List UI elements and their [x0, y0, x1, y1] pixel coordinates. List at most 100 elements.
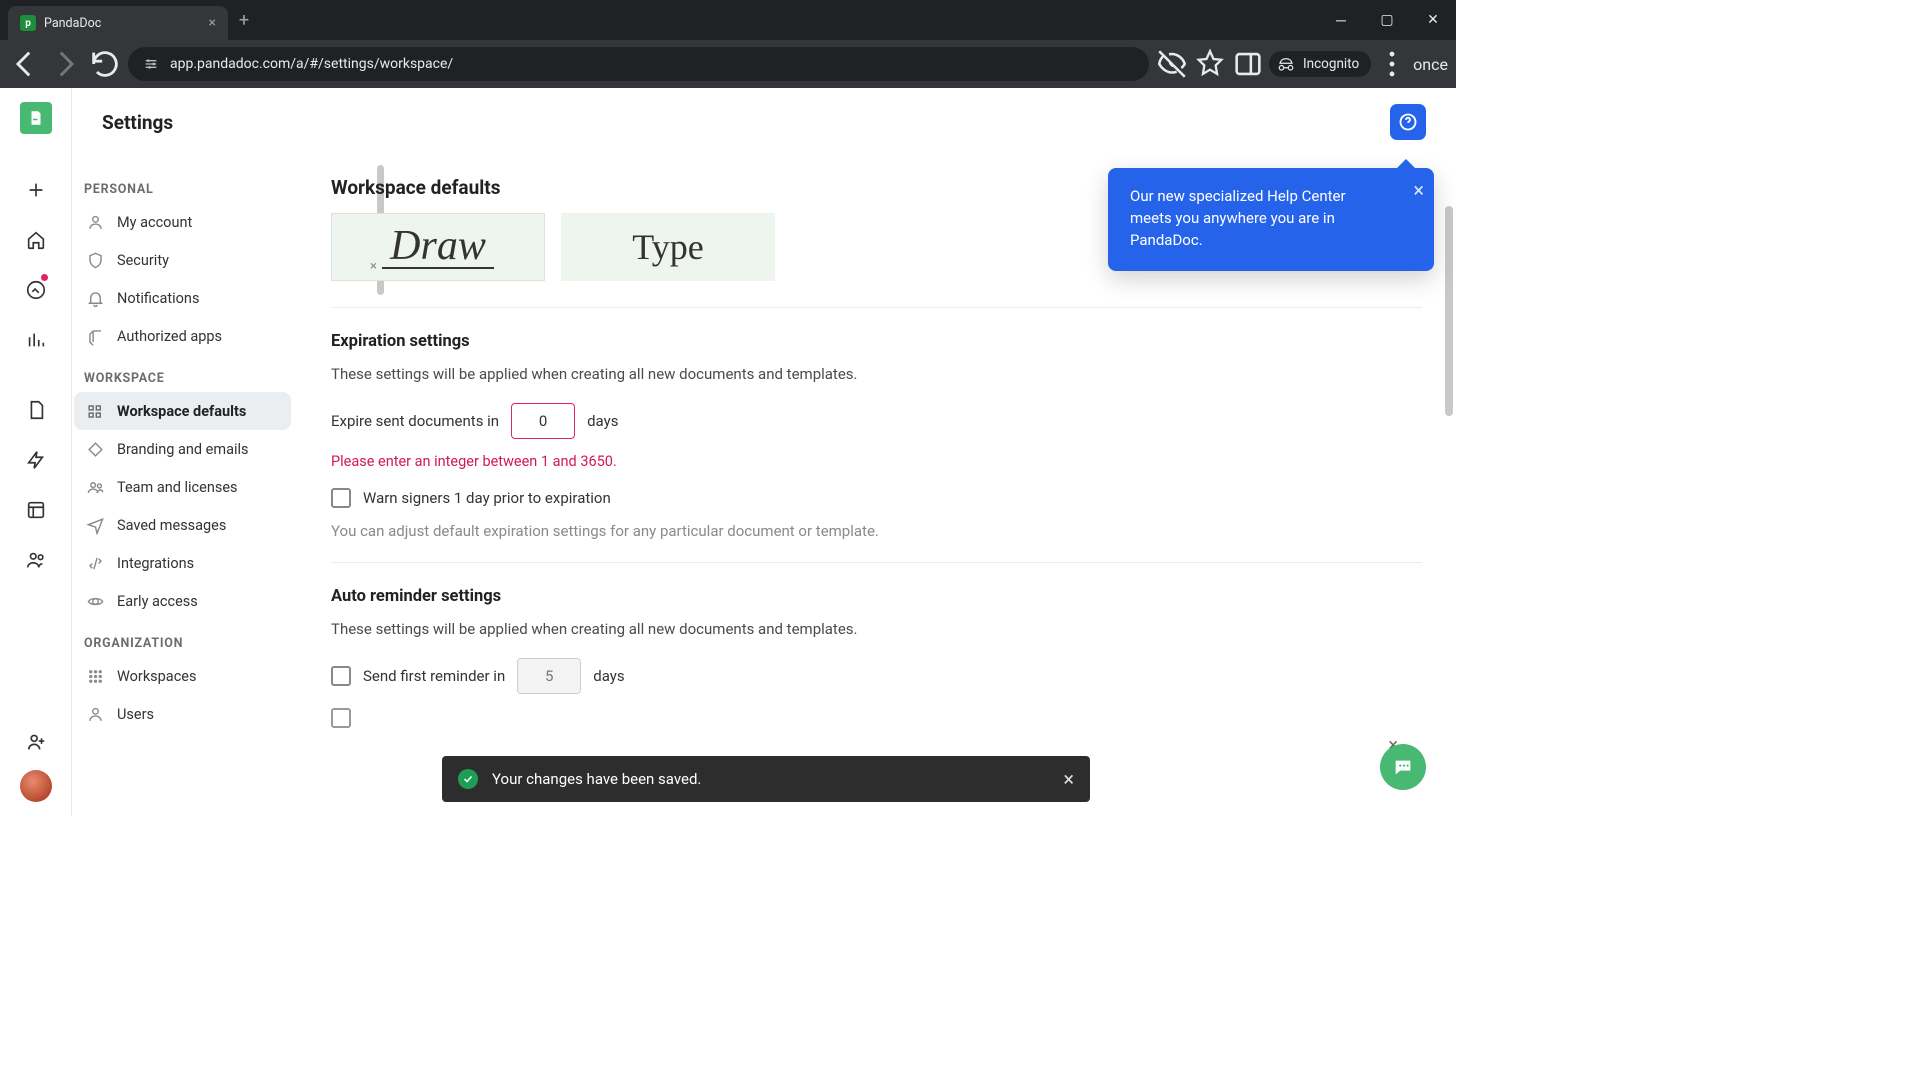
sidebar-item-branding[interactable]: Branding and emails — [74, 430, 291, 468]
browser-menu-icon[interactable] — [1375, 47, 1409, 81]
first-reminder-row[interactable]: Send first reminder in days — [331, 658, 1422, 694]
new-tab-button[interactable]: + — [230, 6, 258, 34]
sidebar-item-saved-messages[interactable]: Saved messages — [74, 506, 291, 544]
expire-field-row: Expire sent documents in days — [331, 403, 1422, 439]
settings-sidebar: PERSONAL My account Security Notificatio… — [72, 156, 297, 816]
expiration-hint: You can adjust default expiration settin… — [331, 522, 1422, 540]
site-controls-icon[interactable] — [142, 55, 160, 73]
first-reminder-suffix: days — [593, 667, 624, 685]
home-icon[interactable] — [14, 218, 58, 262]
signature-draw-option[interactable]: × Draw — [331, 213, 545, 281]
sidebar-item-label: Users — [117, 706, 154, 723]
browser-tab[interactable]: p PandaDoc × — [8, 6, 228, 40]
expire-days-input[interactable] — [511, 403, 575, 439]
topbar: Settings — [72, 88, 1456, 156]
user-avatar[interactable] — [20, 770, 52, 802]
address-bar-row: app.pandadoc.com/a/#/settings/workspace/… — [0, 40, 1456, 88]
browser-chrome: p PandaDoc × + ─ ▢ ✕ app.pandadoc.com/a/… — [0, 0, 1456, 88]
sidebar-item-my-account[interactable]: My account — [74, 203, 291, 241]
signature-draw-label: Draw — [390, 223, 486, 269]
signature-type-option[interactable]: Type — [561, 213, 775, 281]
activity-icon[interactable] — [14, 268, 58, 312]
help-button[interactable] — [1390, 104, 1426, 140]
repeat-reminder-checkbox[interactable] — [331, 708, 351, 728]
notification-dot — [41, 274, 48, 281]
popover-close-icon[interactable]: × — [1413, 176, 1424, 205]
sidebar-item-notifications[interactable]: Notifications — [74, 279, 291, 317]
help-popover: × Our new specialized Help Center meets … — [1108, 168, 1434, 271]
sidebar-item-label: Workspace defaults — [117, 403, 246, 420]
sidebar-item-authorized-apps[interactable]: Authorized apps — [74, 317, 291, 355]
warn-signers-row[interactable]: Warn signers 1 day prior to expiration — [331, 488, 1422, 508]
sidebar-item-workspaces[interactable]: Workspaces — [74, 657, 291, 695]
minimize-button[interactable]: ─ — [1318, 0, 1364, 40]
documents-icon[interactable] — [14, 388, 58, 432]
first-reminder-checkbox[interactable] — [331, 666, 351, 686]
back-button[interactable] — [8, 47, 42, 81]
page-title: Settings — [102, 111, 173, 134]
save-toast: Your changes have been saved. × — [442, 756, 1090, 802]
first-reminder-prefix: Send first reminder in — [363, 667, 505, 685]
toast-close-icon[interactable]: × — [1063, 767, 1074, 791]
tab-title: PandaDoc — [44, 16, 201, 31]
sidebar-item-label: Notifications — [117, 290, 199, 307]
invite-user-icon[interactable] — [14, 720, 58, 764]
maximize-button[interactable]: ▢ — [1364, 0, 1410, 40]
first-reminder-days-input[interactable] — [517, 658, 581, 694]
section-workspace-label: WORKSPACE — [72, 355, 297, 392]
tab-strip: p PandaDoc × + ─ ▢ ✕ — [0, 0, 1456, 40]
pandadoc-favicon: p — [20, 15, 36, 31]
reload-button[interactable] — [88, 47, 122, 81]
sidebar-item-integrations[interactable]: Integrations — [74, 544, 291, 582]
window-controls: ─ ▢ ✕ — [1318, 0, 1456, 40]
sidebar-item-label: Integrations — [117, 555, 194, 572]
content-column: Settings PERSONAL My account Security No… — [72, 88, 1456, 816]
warn-signers-label: Warn signers 1 day prior to expiration — [363, 489, 611, 507]
popover-text: Our new specialized Help Center meets yo… — [1130, 187, 1346, 249]
sidebar-item-label: Workspaces — [117, 668, 196, 685]
sidebar-item-team[interactable]: Team and licenses — [74, 468, 291, 506]
side-panel-icon[interactable] — [1231, 47, 1265, 81]
main-scrollbar[interactable] — [1445, 178, 1454, 478]
sidebar-item-label: Branding and emails — [117, 441, 249, 458]
expire-suffix: days — [587, 412, 618, 430]
close-tab-icon[interactable]: × — [209, 15, 216, 31]
repeat-reminder-row[interactable] — [331, 708, 1422, 728]
app-root: Settings PERSONAL My account Security No… — [0, 88, 1456, 816]
url-bar[interactable]: app.pandadoc.com/a/#/settings/workspace/ — [128, 47, 1149, 81]
bookmark-star-icon[interactable] — [1193, 47, 1227, 81]
incognito-indicator[interactable]: Incognito — [1269, 51, 1371, 77]
pandadoc-logo[interactable] — [20, 102, 52, 134]
templates-icon[interactable] — [14, 438, 58, 482]
expire-prefix: Expire sent documents in — [331, 412, 499, 430]
toast-text: Your changes have been saved. — [492, 770, 701, 788]
nav-rail — [0, 88, 72, 816]
sidebar-item-label: Saved messages — [117, 517, 226, 534]
sidebar-item-label: Early access — [117, 593, 198, 610]
new-doc-button[interactable] — [14, 168, 58, 212]
reminder-heading: Auto reminder settings — [331, 587, 1422, 606]
eye-off-icon[interactable] — [1155, 47, 1189, 81]
divider — [331, 562, 1422, 563]
url-text: app.pandadoc.com/a/#/settings/workspace/ — [170, 56, 453, 72]
close-window-button[interactable]: ✕ — [1410, 0, 1456, 40]
signature-type-label: Type — [632, 226, 703, 268]
forward-button[interactable] — [48, 47, 82, 81]
section-organization-label: ORGANIZATION — [72, 620, 297, 657]
sidebar-item-users[interactable]: Users — [74, 695, 291, 733]
reminder-desc: These settings will be applied when crea… — [331, 620, 1422, 638]
chat-fab[interactable] — [1380, 744, 1426, 790]
reports-icon[interactable] — [14, 318, 58, 362]
sidebar-item-workspace-defaults[interactable]: Workspace defaults — [74, 392, 291, 430]
catalog-icon[interactable] — [14, 488, 58, 532]
sidebar-item-security[interactable]: Security — [74, 241, 291, 279]
toolbar-right: Incognito once — [1155, 47, 1448, 81]
success-check-icon — [458, 769, 478, 789]
sidebar-item-label: Authorized apps — [117, 328, 222, 345]
sidebar-item-early-access[interactable]: Early access — [74, 582, 291, 620]
expire-error-text: Please enter an integer between 1 and 36… — [331, 453, 1422, 470]
warn-signers-checkbox[interactable] — [331, 488, 351, 508]
contacts-icon[interactable] — [14, 538, 58, 582]
sidebar-item-label: Security — [117, 252, 169, 269]
signature-x-mark: × — [370, 259, 377, 274]
